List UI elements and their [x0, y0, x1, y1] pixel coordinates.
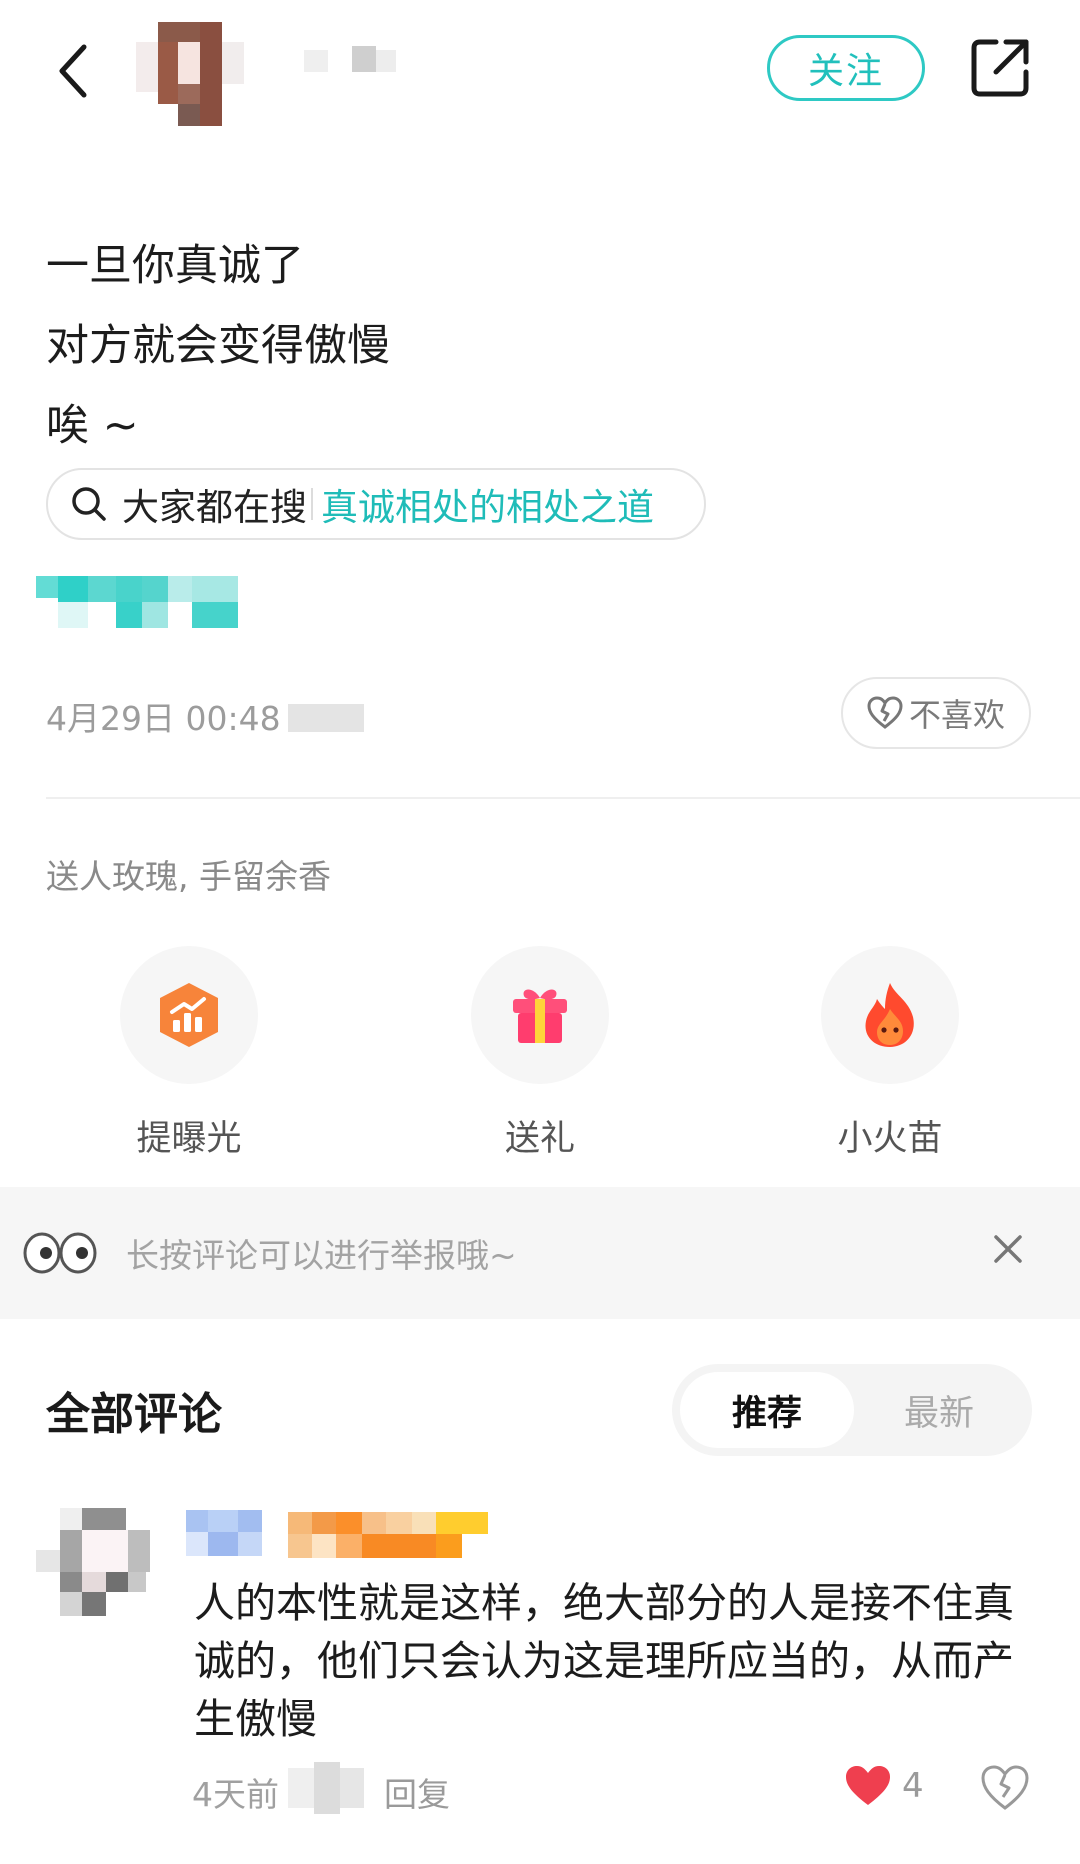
- commenter-name[interactable]: [186, 1510, 262, 1560]
- top-bar: 关注: [0, 0, 1080, 140]
- author-name[interactable]: [304, 46, 424, 76]
- post-line: 对方就会变得傲慢: [46, 321, 390, 371]
- author-avatar[interactable]: [136, 22, 256, 126]
- small-flame-button[interactable]: 小火苗: [790, 946, 990, 1161]
- like-button[interactable]: 4: [844, 1756, 944, 1816]
- boost-exposure-button[interactable]: 提曝光: [89, 946, 289, 1161]
- chevron-left-icon: [59, 44, 87, 98]
- post-detail-screen: 关注 一旦你真诚了 对方就会变得傲慢 唉 ~ 大家都在搜 真诚相处的相处之道 4…: [0, 0, 1080, 1864]
- comment-text: 人的本性就是这样，绝大部分的人是接不住真诚的，他们只会认为这是理所应当的，从而产…: [194, 1579, 1014, 1743]
- comment-location: [288, 1762, 364, 1814]
- section-divider: [46, 797, 1080, 799]
- post-timestamp: 4月29日 00:48: [46, 699, 281, 738]
- flame-icon: [865, 983, 914, 1047]
- gift-caption: 送人玫瑰, 手留余香: [46, 857, 331, 896]
- like-count: 4: [902, 1766, 924, 1806]
- comments-title: 全部评论: [46, 1389, 222, 1440]
- dislike-button[interactable]: 不喜欢: [841, 677, 1031, 749]
- search-suggestion-term: 真诚相处的相处之道: [321, 486, 654, 529]
- broken-heart-icon: [867, 696, 903, 729]
- dislike-label: 不喜欢: [908, 696, 1005, 734]
- sort-tab-latest[interactable]: 最新: [852, 1372, 1026, 1448]
- send-gift-label: 送礼: [504, 1119, 575, 1159]
- post-line: 一旦你真诚了: [46, 241, 304, 291]
- search-suggestion[interactable]: 大家都在搜 真诚相处的相处之道: [46, 468, 706, 540]
- follow-button[interactable]: 关注: [767, 35, 925, 101]
- send-gift-button[interactable]: 送礼: [440, 946, 640, 1161]
- boost-exposure-circle: [120, 946, 258, 1084]
- commenter-badge: [288, 1512, 488, 1562]
- back-button[interactable]: [44, 38, 104, 104]
- post-content: 一旦你真诚了 对方就会变得傲慢 唉 ~: [46, 226, 390, 466]
- small-flame-label: 小火苗: [837, 1119, 943, 1159]
- heart-icon: [846, 1766, 890, 1805]
- share-button[interactable]: [966, 34, 1034, 102]
- search-suggestion-prefix: 大家都在搜: [122, 486, 307, 529]
- comment-sort-toggle: 推荐 最新: [672, 1364, 1032, 1456]
- report-tip-bar: 长按评论可以进行举报哦~: [0, 1187, 1080, 1319]
- gift-icon: [513, 989, 567, 1043]
- share-external-icon: [971, 39, 1029, 97]
- boost-exposure-icon: [160, 983, 218, 1047]
- close-icon[interactable]: [988, 1229, 1028, 1269]
- search-icon: [72, 487, 106, 521]
- sort-tab-recommended[interactable]: 推荐: [680, 1372, 854, 1448]
- topic-tag[interactable]: [36, 576, 238, 628]
- reply-button[interactable]: 回复: [384, 1768, 450, 1816]
- search-divider: [311, 488, 313, 520]
- small-flame-circle: [821, 946, 959, 1084]
- comment-dislike-button[interactable]: [980, 1764, 1030, 1812]
- send-gift-circle: [471, 946, 609, 1084]
- post-location: [288, 704, 364, 732]
- comment-time: 4天前: [192, 1775, 279, 1814]
- report-tip-text: 长按评论可以进行举报哦~: [126, 1236, 517, 1275]
- eyes-icon: [23, 1232, 97, 1274]
- broken-heart-icon: [981, 1765, 1029, 1810]
- post-line: 唉 ~: [46, 401, 139, 451]
- boost-exposure-label: 提曝光: [136, 1119, 242, 1159]
- commenter-avatar[interactable]: [36, 1508, 162, 1634]
